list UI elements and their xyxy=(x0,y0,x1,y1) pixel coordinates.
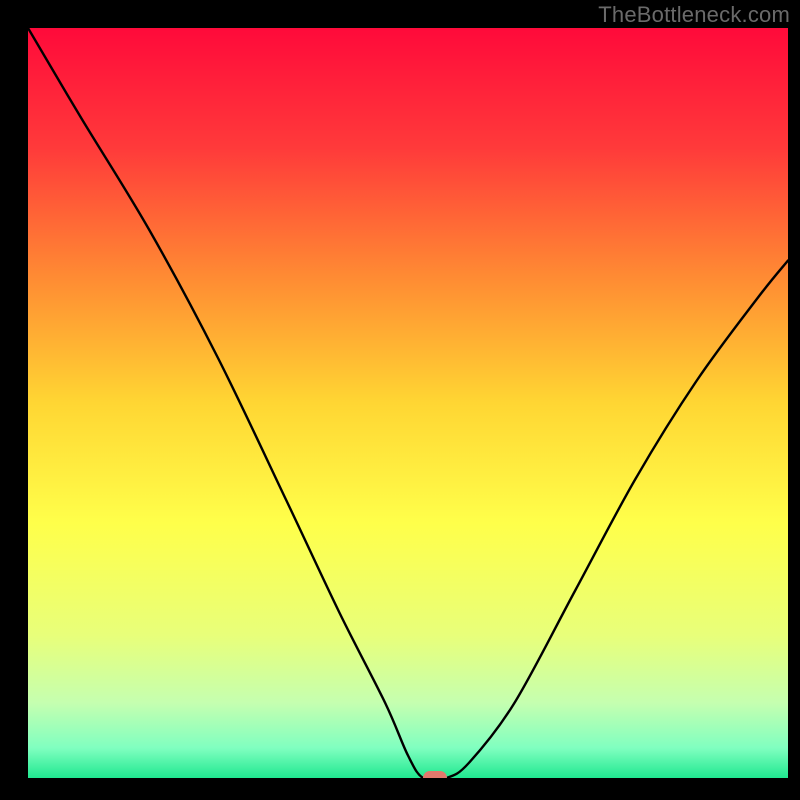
chart-frame: TheBottleneck.com xyxy=(0,0,800,800)
plot-svg xyxy=(28,28,788,778)
plot-area xyxy=(28,28,788,778)
gradient-backdrop xyxy=(28,28,788,778)
optimal-point-marker xyxy=(423,771,447,778)
watermark-text: TheBottleneck.com xyxy=(598,2,790,28)
